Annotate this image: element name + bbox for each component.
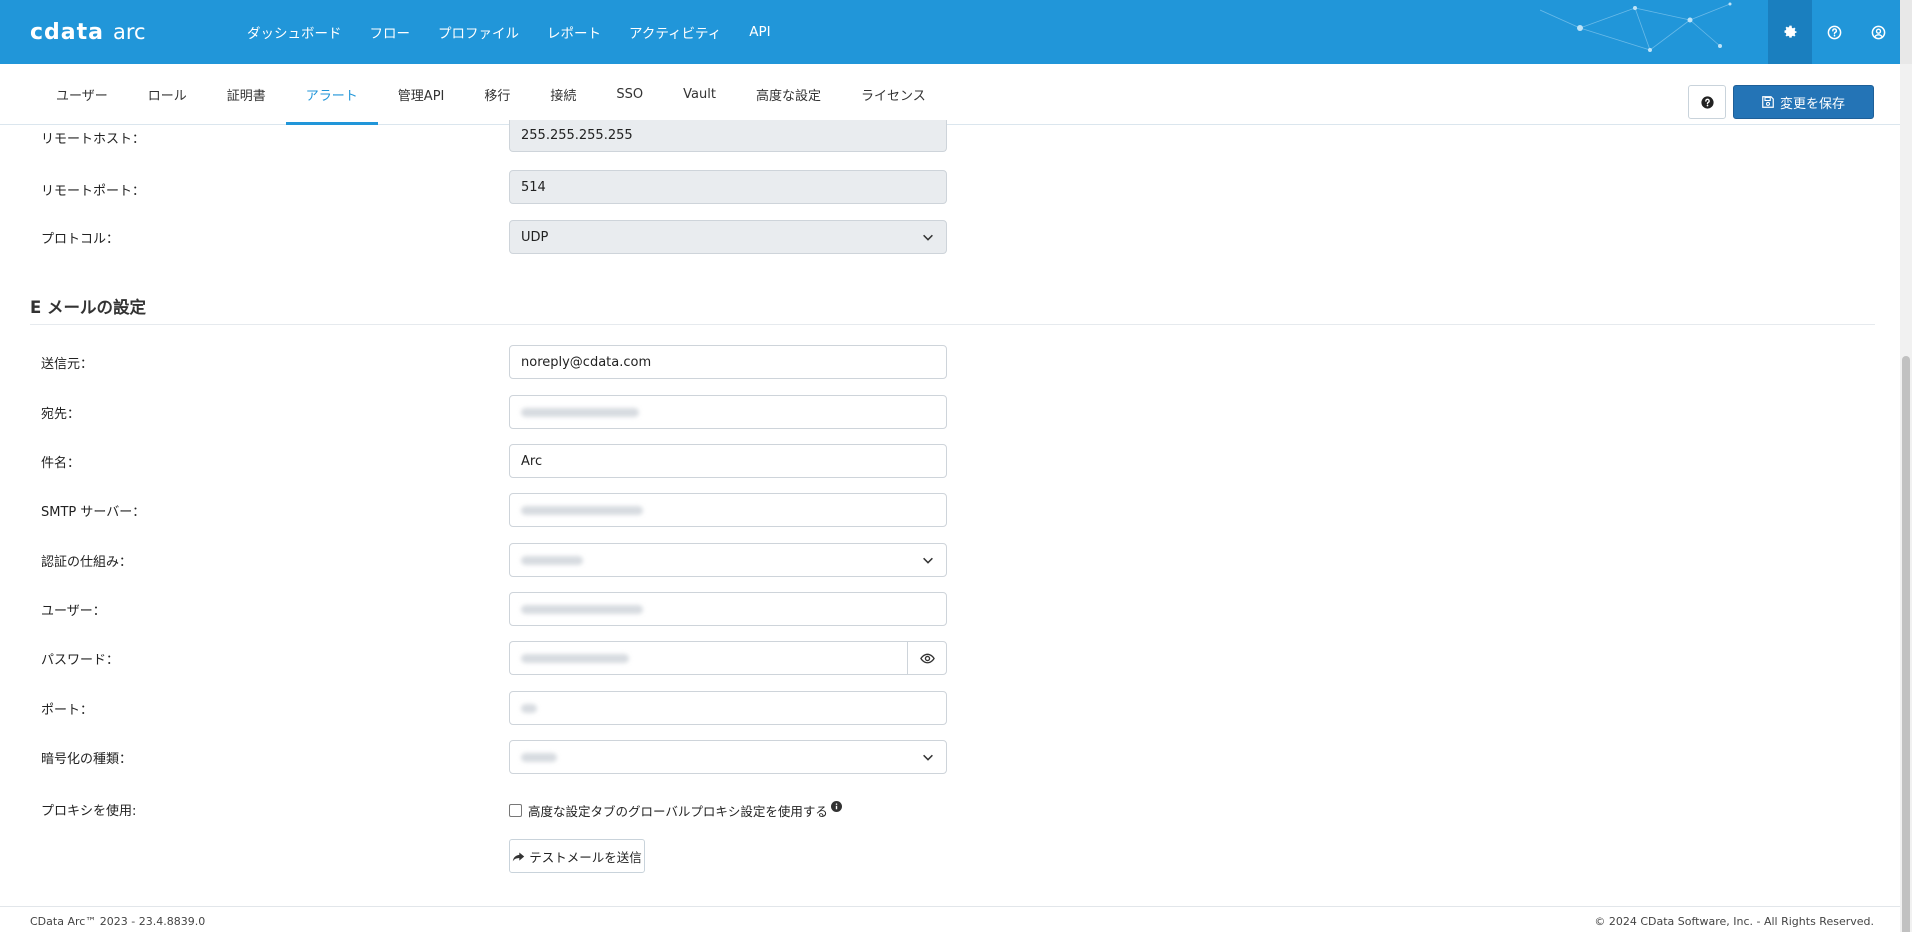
network-pattern-decoration xyxy=(1540,2,1732,52)
nav-activity[interactable]: アクティビティ xyxy=(615,0,735,64)
gear-icon xyxy=(1784,25,1796,38)
eye-icon xyxy=(919,653,935,663)
remote-port-field[interactable]: 514 xyxy=(509,170,947,204)
user-circle-icon xyxy=(1871,25,1885,39)
subject-label: 件名： xyxy=(41,456,81,471)
smtp-server-input[interactable] xyxy=(509,493,947,527)
nav-dashboard[interactable]: ダッシュボード xyxy=(247,0,356,64)
send-test-email-button[interactable]: テストメールを送信 xyxy=(509,839,645,873)
copyright-text: © 2024 CData Software, Inc. - All Rights… xyxy=(1594,915,1874,928)
logo-cdata-text: cdata xyxy=(30,20,104,45)
help-button[interactable] xyxy=(1812,0,1856,64)
show-password-button[interactable] xyxy=(907,641,947,675)
auth-mechanism-label: 認証の仕組み： xyxy=(41,555,133,570)
tab-migration[interactable]: 移行 xyxy=(464,64,530,125)
help-circle-icon xyxy=(1827,25,1841,39)
encryption-type-select[interactable] xyxy=(509,740,947,774)
redacted-value xyxy=(521,407,639,417)
auth-mechanism-select[interactable] xyxy=(509,543,947,577)
version-text: CData Arc™ 2023 - 23.4.8839.0 xyxy=(30,915,206,928)
protocol-value: UDP xyxy=(521,229,549,245)
remote-port-label: リモートポート： xyxy=(41,184,146,199)
remote-port-value: 514 xyxy=(521,179,546,195)
remote-host-label: リモートホスト： xyxy=(41,132,146,147)
password-label: パスワード： xyxy=(41,653,120,668)
scrollbar-top-strip xyxy=(1900,0,1912,64)
subject-value: Arc xyxy=(521,453,543,469)
nav-api[interactable]: API xyxy=(735,0,784,64)
chevron-down-icon xyxy=(923,754,933,761)
use-proxy-label: プロキシを使用: xyxy=(41,804,137,819)
redacted-value xyxy=(521,604,643,614)
remote-host-field[interactable]: 255.255.255.255 xyxy=(509,120,947,152)
info-icon[interactable] xyxy=(830,801,842,812)
port-label: ポート： xyxy=(41,703,94,718)
tab-alerts[interactable]: アラート xyxy=(285,64,378,125)
use-global-proxy-checkbox[interactable] xyxy=(509,804,522,817)
redacted-value xyxy=(521,555,583,565)
remote-host-value: 255.255.255.255 xyxy=(521,128,633,143)
protocol-label: プロトコル： xyxy=(41,232,120,247)
settings-tabs: ユーザー ロール 証明書 アラート 管理API 移行 接続 SSO Vault … xyxy=(36,64,946,125)
protocol-select[interactable]: UDP xyxy=(509,220,947,254)
cdata-arc-logo[interactable]: cdata arc xyxy=(30,20,146,45)
tab-admin-api[interactable]: 管理API xyxy=(378,64,465,125)
nav-flow[interactable]: フロー xyxy=(356,0,425,64)
share-arrow-icon xyxy=(513,851,525,861)
settings-subnav: ユーザー ロール 証明書 アラート 管理API 移行 接続 SSO Vault … xyxy=(0,64,1900,125)
logo-arc-text: arc xyxy=(113,20,146,44)
tab-users[interactable]: ユーザー xyxy=(36,64,128,125)
port-input[interactable] xyxy=(509,691,947,725)
main-nav: ダッシュボード フロー プロファイル レポート アクティビティ API xyxy=(247,0,785,64)
chevron-down-icon xyxy=(923,557,933,564)
top-header: cdata arc ダッシュボード フロー プロファイル レポート アクティビテ… xyxy=(0,0,1912,64)
section-divider xyxy=(30,324,1875,325)
use-global-proxy-option: 高度な設定タブのグローバルプロキシ設定を使用する xyxy=(509,801,842,820)
redacted-value xyxy=(521,653,629,663)
to-label: 宛先： xyxy=(41,407,81,422)
from-input[interactable]: noreply@cdata.com xyxy=(509,345,947,379)
scrollbar-thumb[interactable] xyxy=(1902,356,1910,932)
page-footer: CData Arc™ 2023 - 23.4.8839.0 © 2024 CDa… xyxy=(0,906,1900,932)
smtp-server-label: SMTP サーバー： xyxy=(41,505,146,520)
nav-report[interactable]: レポート xyxy=(533,0,615,64)
tab-vault[interactable]: Vault xyxy=(663,64,736,125)
redacted-value xyxy=(521,752,557,762)
redacted-value xyxy=(521,505,643,515)
save-changes-label: 変更を保存 xyxy=(1779,96,1845,112)
tab-certificates[interactable]: 証明書 xyxy=(207,64,286,125)
subject-input[interactable]: Arc xyxy=(509,444,947,478)
vertical-scrollbar[interactable] xyxy=(1900,64,1912,932)
tab-license[interactable]: ライセンス xyxy=(841,64,946,125)
tab-connections[interactable]: 接続 xyxy=(530,64,596,125)
user-input[interactable] xyxy=(509,592,947,626)
user-label: ユーザー： xyxy=(41,604,106,619)
chevron-down-icon xyxy=(923,234,933,241)
from-value: noreply@cdata.com xyxy=(521,354,652,370)
settings-button[interactable] xyxy=(1768,0,1812,64)
to-input[interactable] xyxy=(509,395,947,429)
save-changes-button[interactable]: 変更を保存 xyxy=(1733,85,1874,119)
tab-sso[interactable]: SSO xyxy=(596,64,663,125)
use-global-proxy-text: 高度な設定タブのグローバルプロキシ設定を使用する xyxy=(528,804,828,819)
header-icons xyxy=(1768,0,1900,64)
tab-advanced-settings[interactable]: 高度な設定 xyxy=(736,64,841,125)
question-circle-icon xyxy=(1700,95,1714,109)
page-help-button[interactable] xyxy=(1688,85,1726,119)
from-label: 送信元： xyxy=(41,357,94,372)
nav-profile[interactable]: プロファイル xyxy=(424,0,533,64)
floppy-disk-icon xyxy=(1762,96,1774,108)
redacted-value xyxy=(521,703,537,713)
send-test-email-label: テストメールを送信 xyxy=(529,849,642,865)
tab-roles[interactable]: ロール xyxy=(128,64,207,125)
user-account-button[interactable] xyxy=(1856,0,1900,64)
password-group xyxy=(509,641,947,675)
encryption-type-label: 暗号化の種類： xyxy=(41,752,133,767)
email-settings-heading: E メールの設定 xyxy=(30,298,147,317)
password-input[interactable] xyxy=(509,641,907,675)
